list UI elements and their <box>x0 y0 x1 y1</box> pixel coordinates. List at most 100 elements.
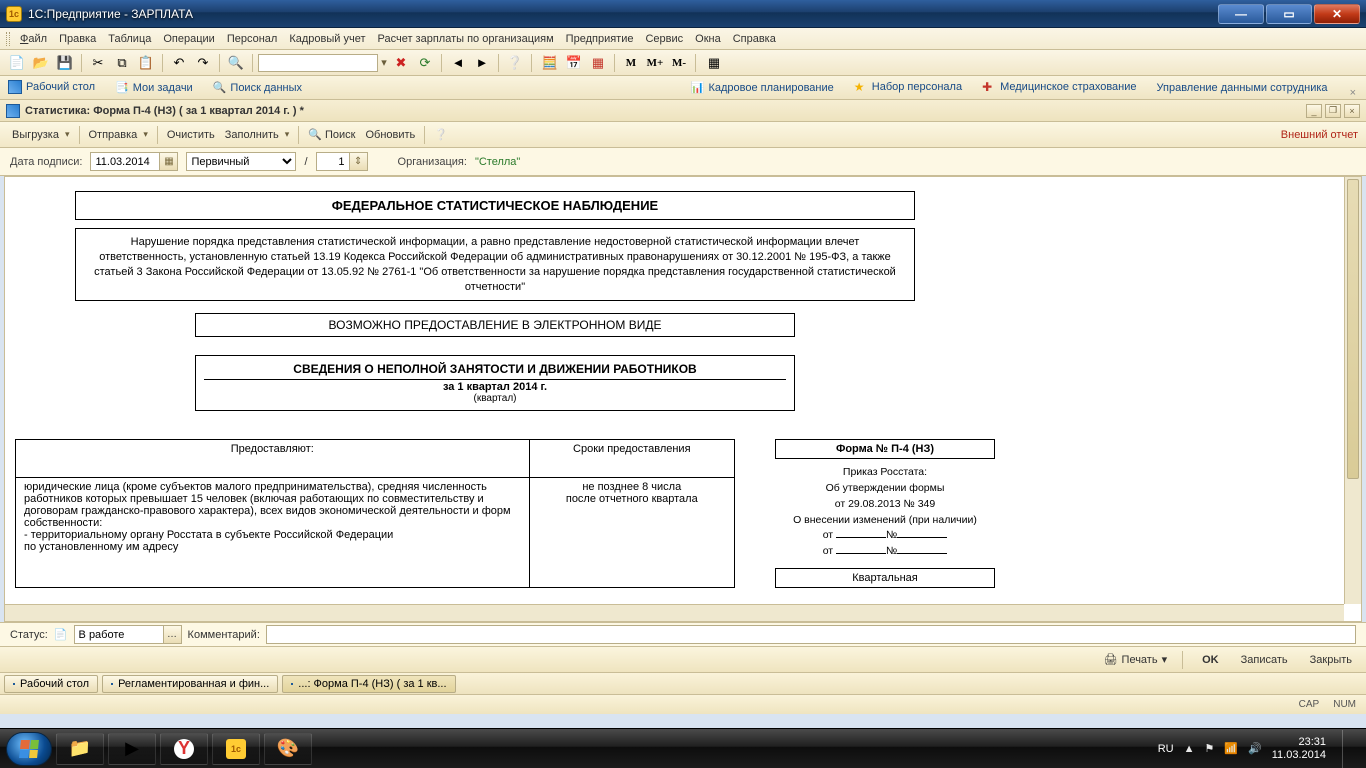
stepper-icon[interactable]: ⇕ <box>350 152 368 171</box>
order-from-1: от № <box>777 528 993 544</box>
menu-file[interactable]: Файл <box>14 31 53 47</box>
report-period: за 1 квартал 2014 г. <box>204 379 786 393</box>
menu-enterprise[interactable]: Предприятие <box>560 31 640 47</box>
window-minimize-button[interactable]: — <box>1218 4 1264 24</box>
address-input[interactable] <box>258 54 378 72</box>
tray-clock[interactable]: 23:31 11.03.2014 <box>1272 736 1326 761</box>
tray-action-icon[interactable]: ⚑ <box>1204 742 1214 755</box>
doc-min-button[interactable]: _ <box>1306 104 1322 118</box>
menu-operations[interactable]: Операции <box>157 31 220 47</box>
doc-type-select[interactable]: Первичный <box>186 152 296 171</box>
mdi-tab-reg[interactable]: Регламентированная и фин... <box>102 675 278 693</box>
nav-med[interactable]: ✚Медицинское страхование <box>978 77 1140 99</box>
mem-mminus-button[interactable]: M- <box>668 52 690 74</box>
fill-button[interactable]: Заполнить <box>221 127 294 143</box>
help-button[interactable]: ❔ <box>430 126 452 143</box>
nav-search[interactable]: 🔍Поиск данных <box>209 78 306 99</box>
nav-tasks[interactable]: 📑Мои задачи <box>111 78 197 99</box>
copy-button[interactable]: ⧉ <box>111 52 133 74</box>
clear-button[interactable]: Очистить <box>163 127 219 143</box>
tray-network-icon[interactable]: 📶 <box>1224 742 1238 755</box>
menu-hr[interactable]: Кадровый учет <box>283 31 371 47</box>
search-button[interactable]: 🔍Поиск <box>304 126 359 143</box>
horizontal-scrollbar[interactable] <box>5 604 1344 621</box>
send-button[interactable]: Отправка <box>85 127 152 143</box>
comment-input[interactable] <box>266 625 1356 644</box>
lang-indicator[interactable]: RU <box>1158 743 1174 755</box>
sign-date-input[interactable] <box>90 152 160 171</box>
col-terms: Сроки предоставления <box>529 440 734 478</box>
chart-icon: 📊 <box>691 81 705 94</box>
window-maximize-button[interactable]: ▭ <box>1266 4 1312 24</box>
help-button[interactable]: ❔ <box>504 52 526 74</box>
dropdown-icon[interactable]: ▾ <box>380 56 388 69</box>
nav-tabbar: Рабочий стол 📑Мои задачи 🔍Поиск данных 📊… <box>0 76 1366 100</box>
menu-windows[interactable]: Окна <box>689 31 727 47</box>
refresh-button[interactable]: Обновить <box>361 127 419 143</box>
org-link[interactable]: "Стелла" <box>475 156 520 168</box>
medical-icon: ✚ <box>982 80 996 94</box>
tray-time: 23:31 <box>1272 736 1326 749</box>
nav-desktop[interactable]: Рабочий стол <box>4 77 99 99</box>
mem-m-button[interactable]: M <box>620 52 642 74</box>
status-picker-button[interactable]: … <box>164 625 182 644</box>
tray-volume-icon[interactable]: 🔊 <box>1248 742 1262 755</box>
document-area: ФЕДЕРАЛЬНОЕ СТАТИСТИЧЕСКОЕ НАБЛЮДЕНИЕ На… <box>4 176 1362 622</box>
status-input[interactable] <box>74 625 164 644</box>
nav-planning[interactable]: 📊Кадровое планирование <box>687 78 838 99</box>
task-media[interactable]: ▶ <box>108 733 156 765</box>
menu-table[interactable]: Таблица <box>102 31 157 47</box>
tabbar-close-icon[interactable]: × <box>1344 87 1362 99</box>
task-explorer[interactable]: 📁 <box>56 733 104 765</box>
print-button[interactable]: 🖨 Печать ▾ <box>1094 651 1174 668</box>
calendar-icon[interactable]: ▦ <box>160 152 178 171</box>
new-button[interactable]: 📄 <box>6 52 28 74</box>
report-info: СВЕДЕНИЯ О НЕПОЛНОЙ ЗАНЯТОСТИ И ДВИЖЕНИИ… <box>195 355 795 411</box>
remove-button[interactable]: ✖ <box>390 52 412 74</box>
cut-button[interactable]: ✂ <box>87 52 109 74</box>
doc-close-button[interactable]: × <box>1344 104 1360 118</box>
nav-recruit[interactable]: ★Набор персонала <box>850 77 966 99</box>
calc-button[interactable]: 🧮 <box>539 52 561 74</box>
show-desktop-button[interactable] <box>1342 730 1354 768</box>
close-button[interactable]: Закрыть <box>1300 652 1358 668</box>
extra-button[interactable]: ▦ <box>703 52 725 74</box>
paste-button[interactable]: 📋 <box>135 52 157 74</box>
menu-personnel[interactable]: Персонал <box>221 31 284 47</box>
calendar-button[interactable]: 📅 <box>563 52 585 74</box>
task-1c[interactable]: 1c <box>212 733 260 765</box>
nav-fwd-button[interactable]: ► <box>471 52 493 74</box>
ok-button[interactable]: OK <box>1192 652 1225 668</box>
mdi-tab-form[interactable]: ...: Форма П-4 (НЗ) ( за 1 кв... <box>282 675 455 693</box>
org-label: Организация: <box>398 156 467 168</box>
menu-help[interactable]: Справка <box>727 31 782 47</box>
open-button[interactable]: 📂 <box>30 52 52 74</box>
find-button[interactable]: 🔍 <box>225 52 247 74</box>
menu-payroll[interactable]: Расчет зарплаты по организациям <box>372 31 560 47</box>
task-paint[interactable]: 🎨 <box>264 733 312 765</box>
redo-button[interactable]: ↷ <box>192 52 214 74</box>
window-close-button[interactable]: ✕ <box>1314 4 1360 24</box>
mem-mplus-button[interactable]: M+ <box>644 52 666 74</box>
mdi-tab-desktop[interactable]: Рабочий стол <box>4 675 98 693</box>
refresh-button[interactable]: ⟳ <box>414 52 436 74</box>
doc-number-input[interactable] <box>316 152 350 171</box>
menu-service[interactable]: Сервис <box>639 31 689 47</box>
tray-flag-icon[interactable]: ▲ <box>1184 743 1195 755</box>
undo-button[interactable]: ↶ <box>168 52 190 74</box>
grid-button[interactable]: ▦ <box>587 52 609 74</box>
export-button[interactable]: Выгрузка <box>8 127 74 143</box>
nav-back-button[interactable]: ◄ <box>447 52 469 74</box>
windows-taskbar: 📁 ▶ Y 1c 🎨 RU ▲ ⚑ 📶 🔊 23:31 11.03.2014 <box>0 728 1366 768</box>
save-button[interactable]: 💾 <box>54 52 76 74</box>
doc-restore-button[interactable]: ❐ <box>1325 104 1341 118</box>
task-browser[interactable]: Y <box>160 733 208 765</box>
scroll-thumb[interactable] <box>1347 179 1359 479</box>
menu-edit[interactable]: Правка <box>53 31 102 47</box>
footer-buttons: 🖨 Печать ▾ OK Записать Закрыть <box>0 646 1366 672</box>
save-button[interactable]: Записать <box>1231 652 1294 668</box>
start-button[interactable] <box>6 732 52 766</box>
vertical-scrollbar[interactable] <box>1344 177 1361 604</box>
main-menu: Файл Правка Таблица Операции Персонал Ка… <box>0 28 1366 50</box>
nav-empdata[interactable]: Управление данными сотрудника <box>1153 79 1332 99</box>
